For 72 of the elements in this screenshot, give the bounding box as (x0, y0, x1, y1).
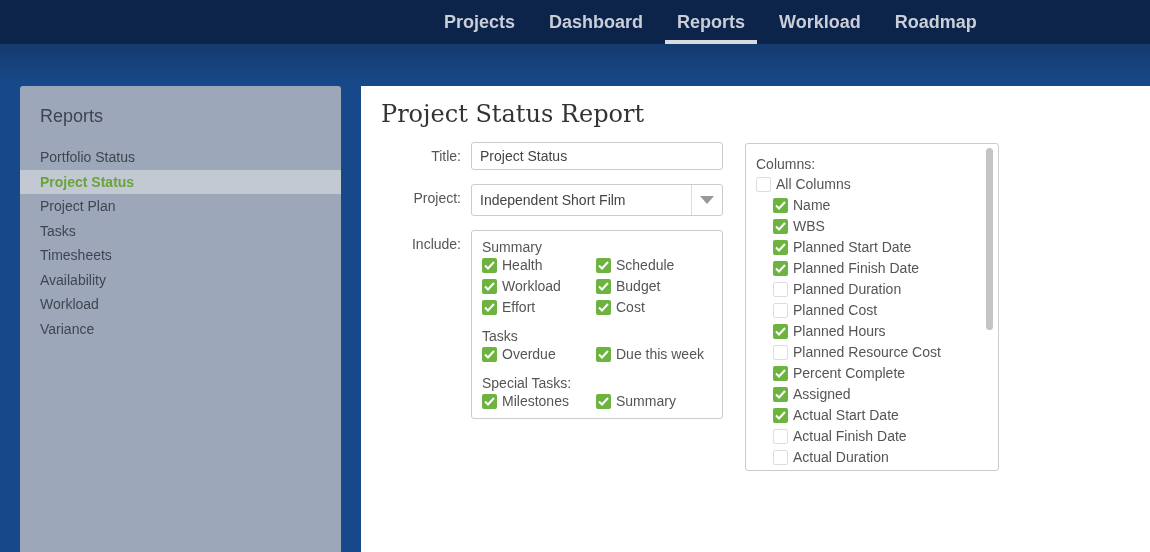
nav-tab[interactable]: Dashboard (537, 4, 656, 44)
checkbox-label[interactable]: Planned Hours (793, 323, 886, 340)
sidebar-item[interactable]: Availability (20, 267, 341, 292)
checkbox-label[interactable]: Workload (502, 278, 561, 295)
checkbox[interactable] (773, 450, 788, 465)
checkbox-label[interactable]: All Columns (776, 176, 851, 193)
nav-tab[interactable]: Workload (767, 4, 873, 44)
checkbox-label[interactable]: Assigned (793, 386, 851, 403)
checkbox-label[interactable]: Planned Cost (793, 302, 878, 319)
checkbox-label[interactable]: Planned Duration (793, 281, 902, 298)
sidebar-item[interactable]: Tasks (20, 218, 341, 243)
checkbox[interactable] (773, 429, 788, 444)
sidebar-item[interactable]: Project Plan (20, 194, 341, 219)
checkbox[interactable] (773, 366, 788, 381)
checkbox[interactable] (596, 394, 611, 409)
nav-tab[interactable]: Projects (432, 4, 528, 44)
checkbox-label[interactable]: Due this week (616, 346, 704, 363)
field-label: Project: (412, 189, 461, 208)
checkbox[interactable] (773, 303, 788, 318)
sidebar-title: Reports (39, 106, 105, 128)
checkbox[interactable] (482, 258, 497, 273)
checkbox-label[interactable]: Schedule (616, 257, 675, 274)
checkbox-label[interactable]: Actual Start Date (793, 407, 899, 424)
checkbox[interactable] (773, 219, 788, 234)
checkbox-label[interactable]: Budget (616, 278, 661, 295)
checkbox-label[interactable]: WBS (793, 218, 825, 235)
checkbox-label[interactable]: Name (793, 197, 831, 214)
field-label: Include: (410, 235, 461, 254)
checkbox-label[interactable]: Planned Finish Date (793, 260, 920, 277)
checkbox[interactable] (596, 279, 611, 294)
sidebar-item[interactable]: Variance (20, 316, 341, 341)
checkbox-label[interactable]: Planned Resource Cost (793, 344, 941, 361)
checkbox-label[interactable]: Actual Finish Date (793, 428, 907, 445)
checkbox[interactable] (773, 387, 788, 402)
checkbox[interactable] (773, 282, 788, 297)
scrollbar[interactable] (986, 148, 993, 330)
checkbox-label[interactable]: Health (502, 257, 543, 274)
checkbox[interactable] (596, 258, 611, 273)
checkbox[interactable] (596, 300, 611, 315)
nav-tab[interactable]: Roadmap (882, 4, 989, 44)
checkbox[interactable] (773, 198, 788, 213)
sidebar-item[interactable]: Workload (20, 292, 341, 317)
checkbox-label[interactable]: Effort (502, 299, 536, 316)
checkbox-label[interactable]: Cost (616, 299, 645, 316)
project-dropdown[interactable]: Independent Short Film (471, 184, 723, 216)
checkbox[interactable] (756, 177, 771, 192)
checkbox-label[interactable]: Overdue (502, 346, 556, 363)
checkbox[interactable] (773, 261, 788, 276)
checkbox[interactable] (596, 347, 611, 362)
checkbox-label[interactable]: Percent Complete (793, 365, 906, 382)
checkbox-label[interactable]: Planned Start Date (793, 239, 912, 256)
list-title: Columns: (756, 156, 817, 172)
checkbox[interactable] (773, 324, 788, 339)
caret-icon (700, 196, 714, 204)
title-input[interactable]: Project Status (471, 142, 723, 170)
checkbox[interactable] (773, 408, 788, 423)
checkbox-label[interactable]: Milestones (502, 393, 569, 410)
sidebar-item[interactable]: Portfolio Status (20, 145, 341, 170)
group-title: Special Tasks: (482, 375, 573, 391)
page-title: Project Status Report (381, 100, 646, 128)
group-title: Tasks (482, 328, 519, 344)
checkbox-label[interactable]: Actual Duration (793, 449, 889, 466)
checkbox[interactable] (773, 240, 788, 255)
checkbox-label[interactable]: Summary (616, 393, 676, 410)
checkbox[interactable] (482, 347, 497, 362)
group-title: Summary (482, 239, 543, 255)
sidebar-item[interactable]: Timesheets (20, 243, 341, 268)
checkbox[interactable] (773, 345, 788, 360)
checkbox[interactable] (482, 279, 497, 294)
checkbox[interactable] (482, 300, 497, 315)
checkbox[interactable] (482, 394, 497, 409)
field-label: Title: (430, 147, 461, 166)
